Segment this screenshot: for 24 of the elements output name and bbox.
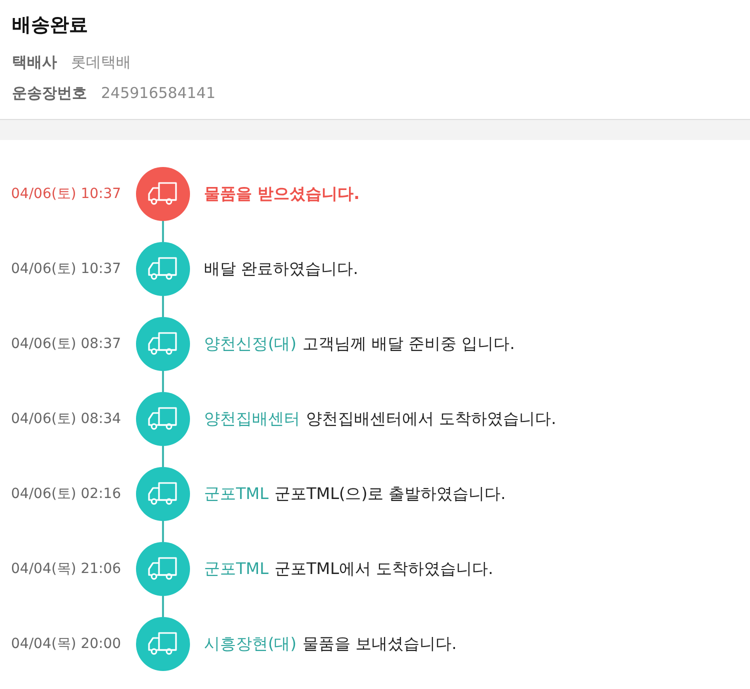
status-message: 양천집배센터에서 도착하였습니다. (306, 408, 556, 430)
status-message: 물품을 보내셨습니다. (302, 634, 457, 654)
status-message: 고객님께 배달 준비중 입니다. (302, 334, 515, 354)
field-label: 운송장번호 (12, 83, 87, 104)
event-time: 04/04(목) 21:06 (10, 560, 122, 578)
status-message: 군포TML(으)로 출발하였습니다. (274, 484, 506, 504)
status-title: 배송완료 (12, 13, 89, 38)
event-time: 04/06(토) 08:34 (10, 410, 122, 428)
field-label: 택배사 (12, 52, 57, 73)
location-name: 군포TML (204, 558, 268, 580)
event-time: 04/06(토) 10:37 (10, 260, 122, 278)
event-time: 04/06(토) 08:37 (10, 335, 122, 353)
status-message: 군포TML에서 도착하였습니다. (274, 558, 494, 580)
location-name: 군포TML (204, 484, 268, 504)
event-time: 04/06(토) 02:16 (10, 485, 122, 503)
event-time: 04/06(토) 10:37 (10, 185, 122, 203)
location-name: 양천신정(대) (204, 334, 296, 354)
event-time: 04/04(목) 20:00 (10, 635, 122, 653)
field-value: 롯데택배 (71, 52, 131, 73)
field-value: 245916584141 (101, 83, 216, 104)
status-message: 물품을 받으셨습니다. (204, 184, 360, 204)
location-name: 시흥장현(대) (204, 634, 296, 654)
status-message: 배달 완료하였습니다. (204, 258, 358, 280)
location-name: 양천집배센터 (204, 408, 300, 430)
